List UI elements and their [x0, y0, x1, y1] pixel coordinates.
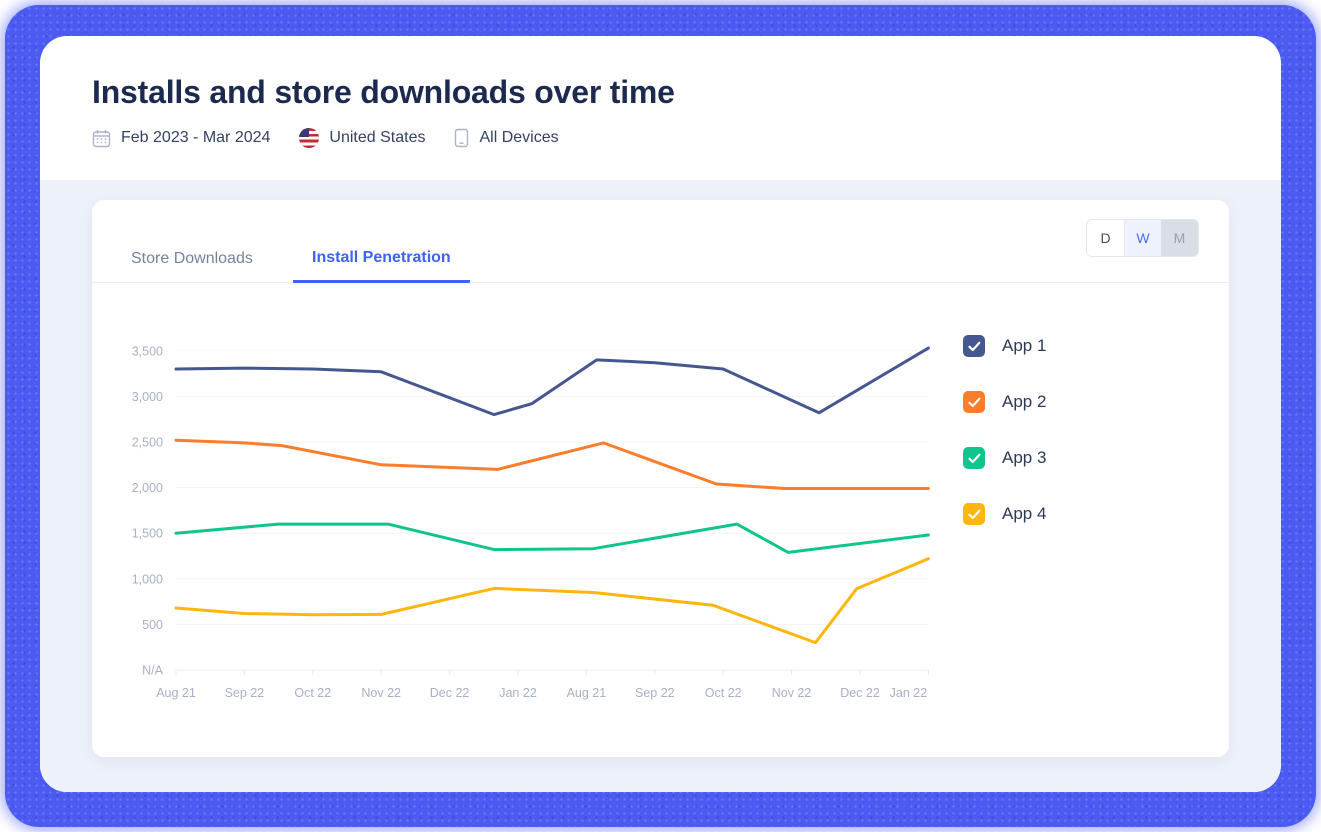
legend-checkbox-checked[interactable] [963, 391, 985, 413]
y-axis-tick-label: N/A [142, 664, 164, 678]
legend-checkbox-checked[interactable] [963, 447, 985, 469]
report-header: Installs and store downloads over time F… [92, 74, 675, 148]
x-axis-tick-label: Sep 22 [225, 686, 265, 700]
series-line-app-1 [176, 348, 928, 415]
legend-label: App 2 [1002, 392, 1046, 412]
checkmark-icon [968, 341, 981, 352]
us-flag-icon [299, 128, 319, 148]
country-filter: United States [299, 128, 425, 148]
legend-checkbox-checked[interactable] [963, 335, 985, 357]
series-line-app-3 [176, 524, 928, 552]
checkmark-icon [968, 453, 981, 464]
device-label: All Devices [479, 129, 558, 147]
content-section: Store Downloads Install Penetration D W … [40, 180, 1281, 792]
date-range-label: Feb 2023 - Mar 2024 [121, 129, 270, 147]
page-title: Installs and store downloads over time [92, 74, 675, 111]
x-axis-tick-label: Nov 22 [361, 686, 401, 700]
series-line-app-4 [176, 559, 928, 643]
legend-label: App 4 [1002, 504, 1046, 524]
x-axis-tick-label: Dec 22 [840, 686, 880, 700]
x-axis-tick-label: Aug 21 [156, 686, 196, 700]
legend-checkbox-checked[interactable] [963, 503, 985, 525]
legend-label: App 1 [1002, 336, 1046, 356]
x-axis-tick-label: Sep 22 [635, 686, 675, 700]
series-line-app-2 [176, 440, 928, 488]
tab-install-penetration[interactable]: Install Penetration [293, 249, 470, 283]
legend-item-app-2[interactable]: App 2 [963, 391, 1046, 413]
app-window: Installs and store downloads over time F… [40, 36, 1281, 792]
x-axis-tick-label: Jan 22 [499, 686, 537, 700]
granularity-toggle: D W M [1086, 219, 1199, 257]
legend-item-app-1[interactable]: App 1 [963, 335, 1046, 357]
device-filter: All Devices [454, 128, 558, 148]
mobile-device-icon [454, 128, 469, 148]
legend-item-app-3[interactable]: App 3 [963, 447, 1046, 469]
x-axis-tick-label: Aug 21 [567, 686, 607, 700]
x-axis-tick-label: Dec 22 [430, 686, 470, 700]
y-axis-tick-label: 3,000 [132, 390, 163, 404]
legend-label: App 3 [1002, 448, 1046, 468]
y-axis-tick-label: 1,000 [132, 572, 163, 586]
y-axis-tick-label: 1,500 [132, 527, 163, 541]
checkmark-icon [968, 397, 981, 408]
chart-area: 3,500 3,000 2,500 2,000 1,500 1,000 500 N/A Aug … [92, 283, 1229, 757]
y-axis-tick-label: 2,500 [132, 436, 163, 450]
y-axis-tick-label: 2,000 [132, 481, 163, 495]
x-axis-tick-label: Nov 22 [772, 686, 812, 700]
country-label: United States [329, 129, 425, 147]
legend-item-app-4[interactable]: App 4 [963, 503, 1046, 525]
calendar-icon [92, 129, 111, 148]
date-range: Feb 2023 - Mar 2024 [92, 129, 270, 148]
x-axis-tick-label: Oct 22 [705, 686, 742, 700]
line-chart[interactable]: 3,500 3,000 2,500 2,000 1,500 1,000 500 N/A Aug … [132, 329, 1012, 709]
report-filters: Feb 2023 - Mar 2024 United States All De… [92, 128, 675, 148]
x-axis-tick-label: Oct 22 [294, 686, 331, 700]
chart-legend: App 1 App 2 App 3 App 4 [963, 335, 1046, 525]
granularity-daily-button[interactable]: D [1087, 220, 1124, 256]
granularity-weekly-button[interactable]: W [1124, 220, 1161, 256]
y-axis-tick-label: 3,500 [132, 344, 163, 358]
tabs-row: Store Downloads Install Penetration D W … [92, 200, 1229, 283]
granularity-monthly-button[interactable]: M [1161, 220, 1198, 256]
y-axis-tick-label: 500 [142, 618, 163, 632]
checkmark-icon [968, 509, 981, 520]
tab-store-downloads[interactable]: Store Downloads [131, 250, 253, 283]
x-axis-tick-label: Jan 22 [890, 686, 928, 700]
chart-card: Store Downloads Install Penetration D W … [92, 200, 1229, 757]
